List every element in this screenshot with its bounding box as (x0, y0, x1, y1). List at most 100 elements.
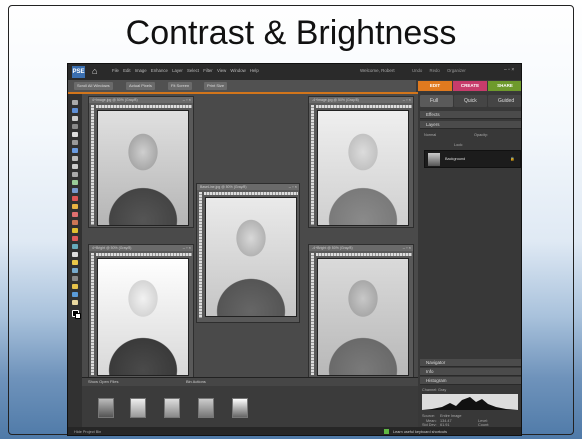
background-color-icon[interactable] (75, 313, 81, 319)
organizer-button[interactable]: Organizer (447, 68, 466, 73)
menu-bar: PSE ⌂ File Edit Image Enhance Layer Sele… (68, 64, 521, 80)
home-icon[interactable]: ⌂ (92, 66, 97, 76)
document-title: -4+Image.jpg @ 50% (Gray/8) (309, 97, 413, 103)
menu-select[interactable]: Select (187, 68, 199, 73)
slide-title: Contrast & Brightness (125, 14, 457, 52)
blur-tool-icon[interactable] (72, 276, 78, 281)
scroll-all-windows-button[interactable]: Scroll All Windows (74, 82, 113, 90)
document-window-bottom-left[interactable]: 4+Bright @ 50% (Gray/8) – ▫ × (88, 244, 194, 378)
actual-pixels-button[interactable]: Actual Pixels (126, 82, 155, 90)
tab-edit[interactable]: EDIT (418, 81, 452, 91)
effects-panel-header[interactable]: Effects (420, 111, 521, 119)
gradient-tool-icon[interactable] (72, 260, 78, 265)
magic-wand-tool-icon[interactable] (72, 148, 78, 153)
smart-brush-tool-icon[interactable] (72, 244, 78, 249)
guided-edit-button[interactable]: Guided (488, 95, 521, 107)
histogram-icon (422, 397, 518, 410)
keyboard-shortcuts-link[interactable]: Learn useful keyboard shortcuts (393, 430, 447, 434)
paint-bucket-tool-icon[interactable] (72, 252, 78, 257)
menu-file[interactable]: File (112, 68, 119, 73)
channel-label: Channel: (422, 388, 438, 392)
menu-image[interactable]: Image (135, 68, 147, 73)
right-menu: Undo Redo Organizer (412, 68, 472, 73)
layers-panel-header[interactable]: Layers (420, 121, 521, 129)
quick-edit-button[interactable]: Quick (454, 95, 487, 107)
lasso-tool-icon[interactable] (72, 140, 78, 145)
document-window-top-right[interactable]: -4+Image.jpg @ 50% (Gray/8) – ▫ × (308, 96, 414, 228)
print-size-button[interactable]: Print Size (204, 82, 228, 90)
document-controls[interactable]: – ▫ × (289, 184, 297, 190)
redo-button[interactable]: Redo (429, 68, 439, 73)
menu-window[interactable]: Window (230, 68, 245, 73)
clone-stamp-tool-icon[interactable] (72, 212, 78, 217)
document-controls[interactable]: – ▫ × (403, 97, 411, 103)
opacity-label: Opacity: (474, 133, 488, 137)
document-window-top-left[interactable]: 4+Image.jpg @ 50% (Gray/8) – ▫ × (88, 96, 194, 228)
document-controls[interactable]: – ▫ × (403, 245, 411, 251)
thumbnail[interactable] (232, 398, 248, 418)
full-edit-button[interactable]: Full (420, 95, 453, 107)
smudge-tool-icon[interactable] (72, 300, 78, 305)
panel-bin: Full Quick Guided Effects Layers Normal … (418, 92, 521, 427)
thumbnail[interactable] (198, 398, 214, 418)
tab-share[interactable]: SHARE (488, 81, 521, 91)
red-eye-tool-icon[interactable] (72, 196, 78, 201)
info-panel-header[interactable]: Info (420, 368, 521, 376)
document-window-bottom-right[interactable]: -4+Bright @ 50% (Gray/8) – ▫ × (308, 244, 414, 378)
eyedropper-tool-icon[interactable] (72, 124, 78, 129)
menu-filter[interactable]: Filter (203, 68, 213, 73)
thumbnail[interactable] (130, 398, 146, 418)
selection-brush-tool-icon[interactable] (72, 156, 78, 161)
histogram-panel-header[interactable]: Histogram (420, 377, 521, 385)
shape-tool-icon[interactable] (72, 268, 78, 273)
hide-project-bin-button[interactable]: Hide Project Bin (74, 430, 101, 434)
menu-enhance[interactable]: Enhance (151, 68, 168, 73)
menu-layer[interactable]: Layer (172, 68, 183, 73)
thumbnail[interactable] (98, 398, 114, 418)
menu-help[interactable]: Help (250, 68, 259, 73)
document-window-center[interactable]: BaseLine.jpg @ 50% (Gray/8) – ▫ × (196, 183, 300, 323)
sponge-tool-icon[interactable] (72, 284, 78, 289)
toolbox (68, 94, 82, 435)
channel-select[interactable]: Gray (438, 388, 446, 392)
menu-view[interactable]: View (217, 68, 226, 73)
lock-label: Lock: (454, 143, 464, 147)
source-select[interactable]: Entire Image (440, 414, 462, 418)
show-open-files-dropdown[interactable]: Show Open Files (88, 379, 118, 384)
document-controls[interactable]: – ▫ × (183, 245, 191, 251)
vertical-ruler (311, 105, 314, 225)
lock-icon: 🔒 (510, 157, 515, 161)
tab-create[interactable]: CREATE (453, 81, 487, 91)
eraser-tool-icon[interactable] (72, 220, 78, 225)
pencil-tool-icon[interactable] (72, 228, 78, 233)
thumbnail[interactable] (164, 398, 180, 418)
crop-tool-icon[interactable] (72, 172, 78, 177)
marquee-tool-icon[interactable] (72, 132, 78, 137)
brush-tool-icon[interactable] (72, 236, 78, 241)
menu-edit[interactable]: Edit (123, 68, 130, 73)
cookie-cutter-tool-icon[interactable] (72, 180, 78, 185)
horizontal-ruler (316, 105, 412, 108)
mode-tabs: EDIT CREATE SHARE (416, 80, 521, 92)
vertical-ruler (91, 105, 94, 225)
healing-brush-tool-icon[interactable] (72, 204, 78, 209)
bin-actions-menu[interactable]: Bin Actions (186, 379, 206, 384)
straighten-tool-icon[interactable] (72, 188, 78, 193)
status-bar: Hide Project Bin Learn useful keyboard s… (68, 427, 521, 435)
blend-mode-select[interactable]: Normal (424, 133, 436, 137)
navigator-panel-header[interactable]: Navigator (420, 359, 521, 367)
zoom-tool-icon[interactable] (72, 108, 78, 113)
fit-screen-button[interactable]: Fit Screen (168, 82, 193, 90)
type-tool-icon[interactable] (72, 164, 78, 169)
move-tool-icon[interactable] (72, 100, 78, 105)
document-controls[interactable]: – ▫ × (183, 97, 191, 103)
layer-name: Background (445, 157, 466, 161)
document-title: 4+Image.jpg @ 50% (Gray/8) (89, 97, 193, 103)
portrait-photo (205, 197, 297, 317)
window-controls[interactable]: ‒ ▫ × (504, 67, 514, 73)
vertical-ruler (311, 253, 314, 375)
hand-tool-icon[interactable] (72, 116, 78, 121)
undo-button[interactable]: Undo (412, 68, 422, 73)
dodge-tool-icon[interactable] (72, 292, 78, 297)
layer-row[interactable]: Background 🔒 (424, 150, 521, 168)
